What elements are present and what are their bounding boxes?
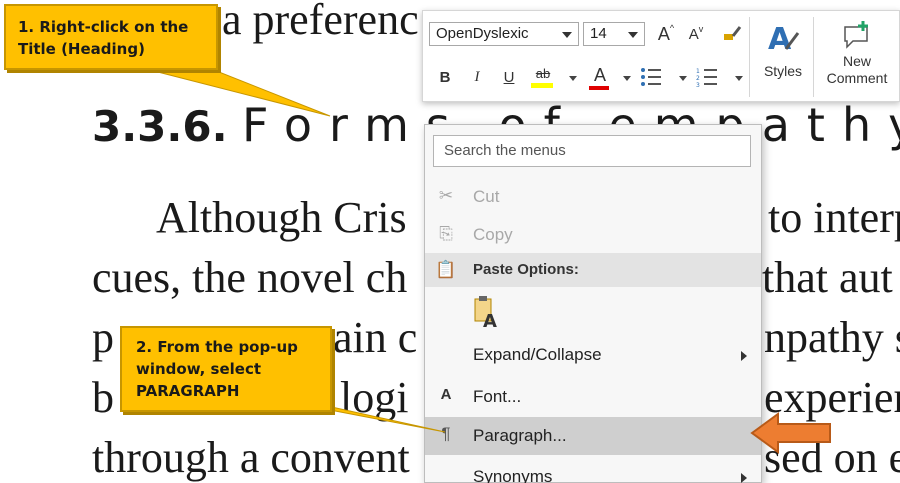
- callout-step-2-line-2: window, select: [136, 360, 262, 378]
- callout-step-1: 1. Right-click on the Title (Heading): [4, 4, 218, 70]
- callout-1-pointer: [149, 69, 331, 117]
- orange-arrow-icon: [750, 412, 831, 454]
- callout-step-2-line-3: PARAGRAPH: [136, 382, 240, 400]
- callout-step-2-line-1: 2. From the pop-up: [136, 338, 298, 356]
- callout-step-2: 2. From the pop-up window, select PARAGR…: [120, 326, 332, 412]
